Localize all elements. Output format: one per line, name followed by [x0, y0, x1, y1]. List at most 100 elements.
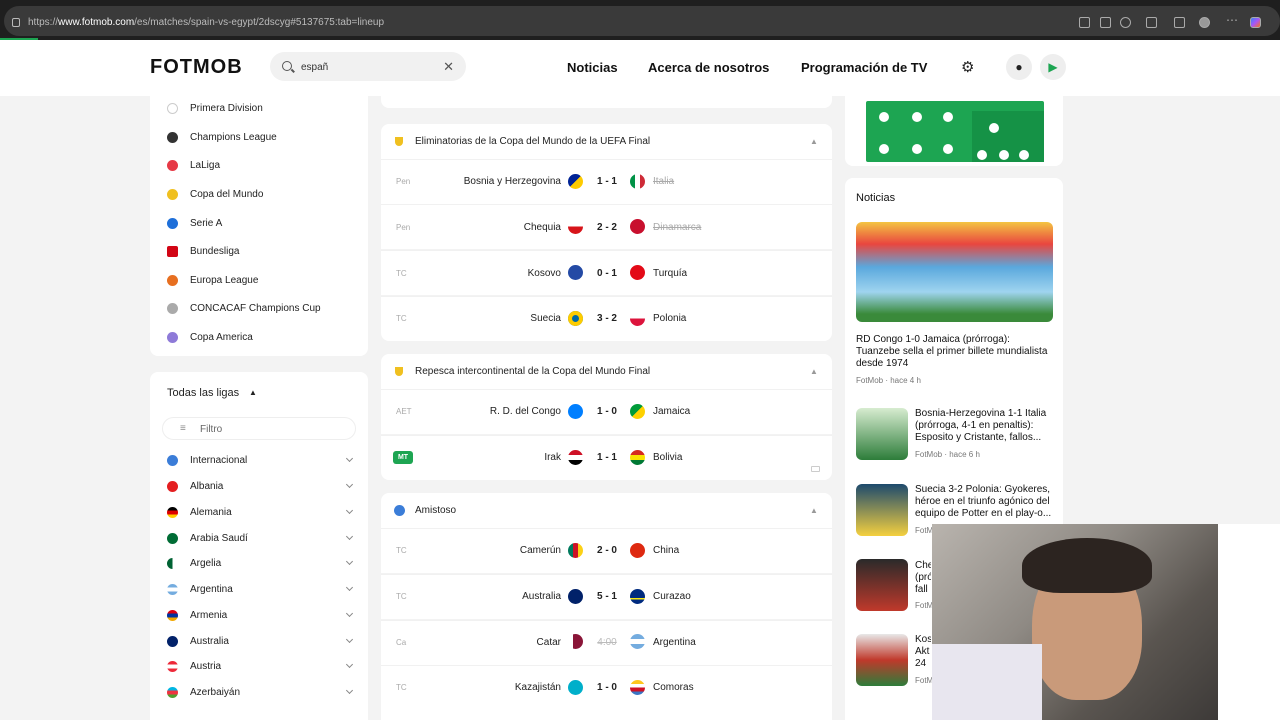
flag-icon — [167, 610, 178, 621]
news-item-title[interactable]: Che (pró fall — [915, 560, 931, 596]
league-icon — [167, 332, 178, 343]
collapse-icon[interactable]: ▲ — [810, 137, 818, 146]
away-team: Bolivia — [653, 452, 683, 463]
nav-tv[interactable]: Programación de TV — [801, 60, 927, 75]
more-icon[interactable]: ⋯ — [1226, 13, 1238, 27]
match-score: 1 - 0 — [596, 406, 617, 417]
news-item-title[interactable]: Kos Akt 24 a — [915, 634, 931, 670]
all-leagues-title[interactable]: Todas las ligas — [167, 387, 239, 399]
away-team: Comoras — [653, 682, 694, 693]
flag-icon — [630, 589, 645, 604]
flag-icon — [568, 680, 583, 695]
league-item[interactable]: Champions League — [190, 132, 277, 143]
news-thumbnail[interactable] — [856, 484, 908, 536]
away-team: Argentina — [653, 637, 696, 648]
featured-news-title[interactable]: RD Congo 1-0 Jamaica (prórroga): Tuanzeb… — [856, 334, 1054, 370]
country-item[interactable]: Austria — [190, 661, 221, 672]
league-item[interactable]: Serie A — [190, 218, 222, 229]
section-title: Eliminatorias de la Copa del Mundo de la… — [415, 136, 651, 147]
league-icon — [167, 275, 178, 286]
flag-icon — [167, 584, 178, 595]
flag-icon — [630, 311, 645, 326]
league-item[interactable]: Primera Division — [190, 103, 263, 114]
search-input[interactable]: españ — [301, 62, 328, 73]
google-play-icon[interactable]: ▶ — [1040, 54, 1066, 80]
url-prefix: https:// — [28, 17, 59, 28]
browser-chrome: https://www.fotmob.com/es/matches/spain-… — [0, 0, 1280, 40]
match-score: 5 - 1 — [596, 591, 617, 602]
country-item[interactable]: Argelia — [190, 558, 221, 569]
country-item[interactable]: Alemania — [190, 507, 232, 518]
country-item[interactable]: Armenia — [190, 610, 227, 621]
flag-icon — [167, 661, 178, 672]
match-score: 4:00 — [597, 637, 617, 648]
match-score: 1 - 0 — [596, 682, 617, 693]
fotmob-logo[interactable]: FOTMOB — [150, 56, 243, 79]
filter-input[interactable] — [162, 417, 356, 440]
promo-graphic[interactable] — [866, 101, 1044, 162]
webcam-overlay — [932, 524, 1218, 720]
league-item[interactable]: Copa America — [190, 332, 253, 343]
collapse-icon[interactable]: ▲ — [810, 367, 818, 376]
globe-icon — [167, 455, 178, 466]
translate-icon[interactable] — [1100, 17, 1111, 28]
extensions-icon[interactable] — [1146, 17, 1157, 28]
copilot-icon[interactable] — [1250, 17, 1261, 28]
search-box[interactable]: españ ✕ — [270, 52, 466, 81]
trophy-icon — [395, 367, 403, 376]
url-text[interactable]: https://www.fotmob.com/es/matches/spain-… — [28, 17, 384, 28]
country-item[interactable]: Argentina — [190, 584, 233, 595]
flag-icon — [167, 533, 178, 544]
tv-icon — [811, 466, 820, 472]
gear-icon[interactable]: ⚙ — [961, 58, 974, 76]
collapse-icon[interactable]: ▲ — [810, 506, 818, 515]
filter-placeholder: Filtro — [200, 424, 223, 435]
apple-icon[interactable]: ● — [1006, 54, 1032, 80]
news-thumbnail[interactable] — [856, 559, 908, 611]
star-icon[interactable] — [1120, 17, 1131, 28]
promo-dots — [879, 111, 1044, 162]
country-item[interactable]: Albania — [190, 481, 223, 492]
favorites-icon[interactable] — [1174, 17, 1185, 28]
profile-icon[interactable] — [1199, 17, 1210, 28]
match-score: 1 - 1 — [596, 176, 617, 187]
match-score: 3 - 2 — [596, 313, 617, 324]
match-score: 2 - 0 — [596, 545, 617, 556]
flag-icon — [167, 481, 178, 492]
webcam-hair — [1022, 538, 1152, 593]
match-score: 2 - 2 — [596, 222, 617, 233]
country-item[interactable]: Australia — [190, 636, 229, 647]
caret-up-icon[interactable]: ▲ — [249, 388, 257, 397]
match-score: 0 - 1 — [596, 268, 617, 279]
home-team: Catar — [536, 637, 561, 648]
home-team: Camerún — [519, 545, 561, 556]
news-item-title[interactable]: Suecia 3-2 Polonia: Gyokeres, héroe en e… — [915, 484, 1055, 520]
news-thumbnail[interactable] — [856, 408, 908, 460]
flag-icon — [167, 636, 178, 647]
league-item[interactable]: CONCACAF Champions Cup — [190, 303, 321, 314]
flag-icon — [167, 507, 178, 518]
country-item[interactable]: Azerbaiyán — [190, 687, 240, 698]
news-item-title[interactable]: Bosnia-Herzegovina 1-1 Italia (prórroga,… — [915, 408, 1055, 444]
home-team: Kazajistán — [514, 682, 561, 693]
home-team: Suecia — [530, 313, 561, 324]
away-team: China — [653, 545, 680, 556]
league-item[interactable]: Bundesliga — [190, 246, 239, 257]
country-item[interactable]: Arabia Saudí — [190, 533, 248, 544]
apps-icon[interactable] — [1079, 17, 1090, 28]
flag-icon — [568, 174, 583, 189]
home-team: Chequia — [523, 222, 561, 233]
news-thumbnail[interactable] — [856, 634, 908, 686]
site-info-icon[interactable] — [12, 18, 20, 27]
country-item[interactable]: Internacional — [190, 455, 247, 466]
flag-icon — [630, 174, 645, 189]
league-item[interactable]: Copa del Mundo — [190, 189, 263, 200]
clear-search-icon[interactable]: ✕ — [443, 59, 454, 75]
trophy-icon — [395, 137, 403, 146]
league-item[interactable]: Europa League — [190, 275, 258, 286]
league-item[interactable]: LaLiga — [190, 160, 220, 171]
nav-acerca[interactable]: Acerca de nosotros — [648, 60, 769, 75]
featured-news-image[interactable] — [856, 222, 1053, 322]
globe-icon — [394, 505, 405, 516]
nav-noticias[interactable]: Noticias — [567, 60, 618, 75]
